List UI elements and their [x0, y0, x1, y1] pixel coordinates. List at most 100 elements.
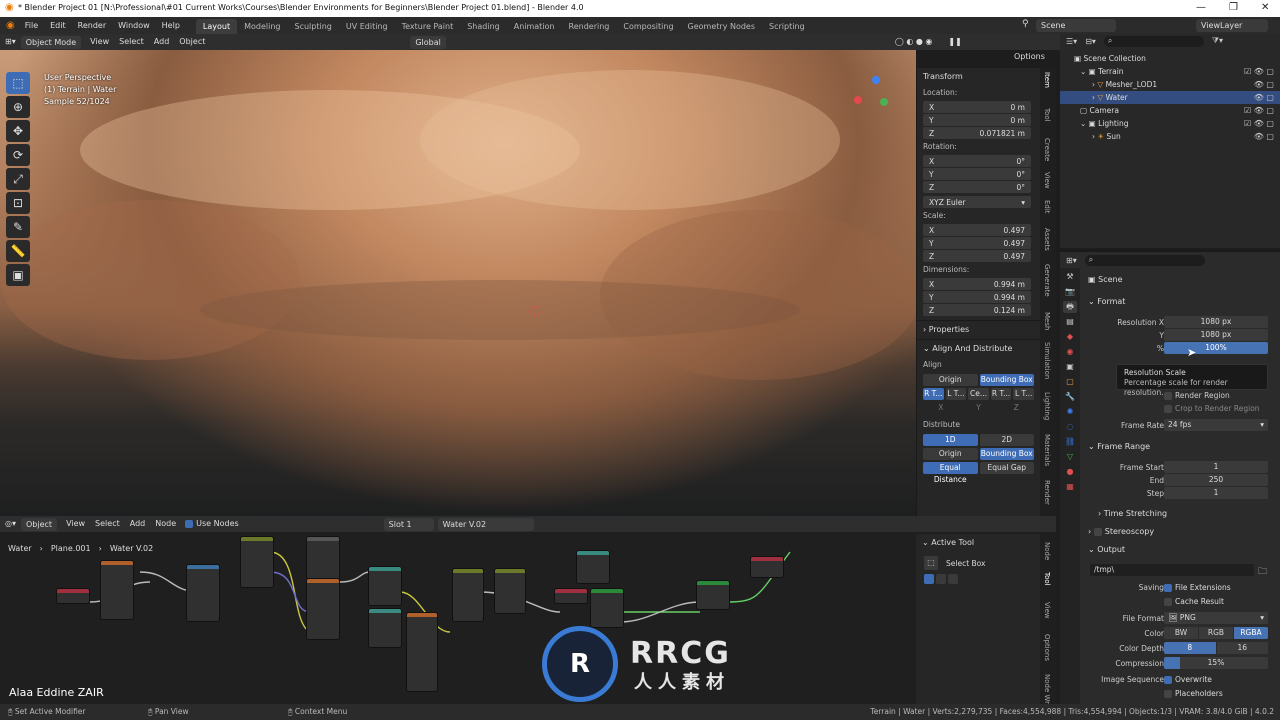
compression-slider[interactable]: 15% [1164, 657, 1268, 669]
use-nodes-checkbox[interactable] [185, 520, 194, 528]
pause-icon[interactable]: ❚❚ [943, 34, 966, 50]
modifiers-tab-icon[interactable]: 🔧 [1063, 391, 1077, 403]
scale-z-field[interactable]: Z 0.497 [923, 250, 1031, 262]
frame-start-field[interactable]: 1 [1164, 461, 1268, 473]
tab-lighting[interactable]: Lighting [1043, 392, 1051, 420]
tab-render[interactable]: Render [1043, 480, 1051, 505]
tool-tab-icon[interactable]: ⚒ [1063, 271, 1077, 283]
placeholders-row[interactable]: Placeholders [1086, 687, 1276, 700]
frame-range-panel-header[interactable]: ⌄ Frame Range [1088, 442, 1150, 451]
tab-node-wrangler[interactable]: Node Wr [1043, 674, 1051, 704]
properties-header[interactable]: › Properties [917, 320, 1040, 339]
tab-geometry-nodes[interactable]: Geometry Nodes [681, 19, 762, 34]
tab-uv-editing[interactable]: UV Editing [339, 19, 395, 34]
menu-node[interactable]: Node [150, 516, 181, 532]
maximize-icon[interactable]: ❐ [1229, 2, 1238, 13]
shader-node[interactable] [554, 588, 588, 604]
options-button[interactable]: Options [1014, 52, 1045, 61]
overwrite-checkbox[interactable]: Overwrite [1164, 673, 1212, 686]
move-tool-icon[interactable]: ✥ [6, 120, 30, 142]
dimensions-z-field[interactable]: Z 0.124 m [923, 304, 1031, 316]
shader-node[interactable] [590, 588, 624, 628]
tab-modeling[interactable]: Modeling [237, 19, 287, 34]
data-tab-icon[interactable]: ▽ [1063, 451, 1077, 463]
tab-scripting[interactable]: Scripting [762, 19, 812, 34]
navigation-gizmo[interactable] [850, 76, 890, 116]
outliner-scene-collection[interactable]: ▣ Scene Collection [1060, 52, 1280, 65]
tab-rendering[interactable]: Rendering [562, 19, 617, 34]
axis-x-button[interactable]: X [923, 402, 959, 414]
material-output-node[interactable] [750, 556, 784, 578]
resolution-pct-field[interactable]: 100% [1164, 342, 1268, 354]
tab-generate[interactable]: Generate [1043, 264, 1051, 297]
shader-node[interactable] [368, 566, 402, 606]
properties-search-input[interactable]: ⌕ [1084, 254, 1205, 266]
shader-node[interactable] [100, 560, 134, 620]
tab-shading[interactable]: Shading [460, 19, 507, 34]
rotation-y-field[interactable]: Y 0° [923, 168, 1031, 180]
shader-node[interactable] [452, 568, 484, 622]
frame-step-field[interactable]: 1 [1164, 487, 1268, 499]
object-tab-icon[interactable]: ▢ [1063, 376, 1077, 388]
dimensions-x-field[interactable]: X 0.994 m [923, 278, 1031, 290]
mode-extend-icon[interactable] [936, 574, 946, 584]
menu-view[interactable]: View [61, 516, 90, 532]
world-tab-icon[interactable]: ◉ [1063, 346, 1077, 358]
editor-type-icon[interactable]: ⊞▾ [0, 34, 21, 50]
format-panel-header[interactable]: ⌄ Format [1088, 297, 1125, 306]
location-x-field[interactable]: X0 m [923, 101, 1031, 113]
align-button[interactable]: Ce... [968, 388, 989, 400]
scale-y-field[interactable]: Y 0.497 [923, 237, 1031, 249]
crop-region-row[interactable]: Crop to Render Region [1086, 402, 1276, 415]
slot-selector[interactable]: Slot 1 [383, 517, 434, 531]
output-path-input[interactable]: /tmp\ [1090, 564, 1254, 576]
shader-node[interactable] [56, 588, 90, 604]
axis-y-button[interactable]: Y [961, 402, 997, 414]
orientation-selector[interactable]: Global [410, 35, 446, 49]
editor-type-icon[interactable]: ◎▾ [0, 516, 21, 532]
outliner-item-lighting[interactable]: ⌄ ▣ Lighting ☑ 👁 ▢ [1060, 117, 1280, 130]
file-format-select[interactable]: 🖼 PNG ▾ [1164, 612, 1268, 624]
frame-end-field[interactable]: 250 [1164, 474, 1268, 486]
stereoscopy-header[interactable]: › Stereoscopy [1088, 527, 1154, 536]
collection-tab-icon[interactable]: ▣ [1063, 361, 1077, 373]
menu-add[interactable]: Add [125, 516, 151, 532]
active-tool-header[interactable]: ⌄ Active Tool [916, 534, 1040, 552]
tab-tool[interactable]: Tool [1043, 572, 1051, 586]
resolution-y-field[interactable]: 1080 px [1164, 329, 1268, 341]
menu-window[interactable]: Window [112, 17, 156, 34]
shader-node[interactable] [186, 564, 220, 622]
tab-view[interactable]: View [1043, 172, 1051, 189]
visibility-icon[interactable]: ☑ 👁 ▢ [1244, 104, 1274, 117]
outliner-item-sun[interactable]: › ☀ Sun 👁 ▢ [1060, 130, 1280, 143]
tab-mesh[interactable]: Mesh [1043, 312, 1051, 330]
cursor-tool-icon[interactable]: ⊕ [6, 96, 30, 118]
texture-tab-icon[interactable]: ▦ [1063, 481, 1077, 493]
output-panel-header[interactable]: ⌄ Output [1088, 545, 1125, 554]
viewport-shading-icons[interactable]: ◯ ◐ ● ◉ [890, 34, 938, 50]
view-layer-selector[interactable]: ViewLayer [1196, 19, 1268, 32]
tab-simulation[interactable]: Simulation [1043, 342, 1051, 379]
shader-node[interactable] [306, 578, 340, 640]
align-button[interactable]: L T... [945, 388, 967, 400]
material-selector[interactable]: Water V.02 [437, 517, 534, 531]
tab-materials[interactable]: Materials [1043, 434, 1051, 466]
annotate-tool-icon[interactable]: ✎ [6, 216, 30, 238]
menu-render[interactable]: Render [72, 17, 112, 34]
shader-type-selector[interactable]: Object [21, 517, 58, 531]
menu-help[interactable]: Help [156, 17, 186, 34]
tab-texture-paint[interactable]: Texture Paint [395, 19, 461, 34]
select-box-tool-icon[interactable]: ⬚ [6, 72, 30, 94]
depth-8-button[interactable]: 8 [1164, 642, 1216, 654]
equal-gap-button[interactable]: Equal Gap [979, 462, 1034, 474]
folder-icon[interactable]: 🗀 [1258, 564, 1267, 580]
shader-node[interactable] [306, 536, 340, 582]
shader-node[interactable] [368, 608, 402, 648]
mode-subtract-icon[interactable] [948, 574, 958, 584]
visibility-icon[interactable]: ☑ 👁 ▢ [1244, 117, 1274, 130]
output-tab-icon[interactable]: 🖶 [1063, 301, 1077, 313]
shader-node[interactable] [494, 568, 526, 614]
menu-file[interactable]: File [19, 17, 44, 34]
rotation-mode-select[interactable]: XYZ Euler ▾ [923, 196, 1031, 208]
rotation-x-field[interactable]: X 0° [923, 155, 1031, 167]
